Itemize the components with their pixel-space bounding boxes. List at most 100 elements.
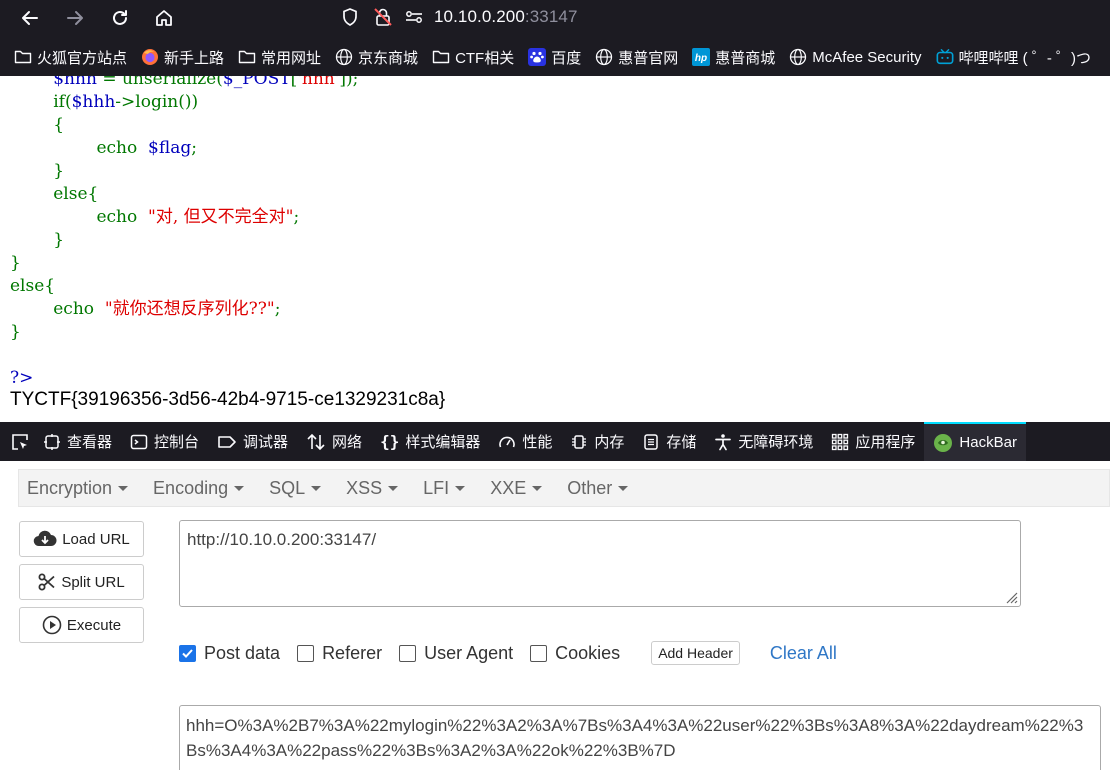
debugger-icon [217,434,237,450]
user-agent-checkbox[interactable]: User Agent [399,643,513,664]
bookmark-item[interactable]: 常用网址 [238,47,321,68]
hp-icon: hp [692,48,711,66]
caret-down-icon [311,485,322,491]
bookmark-label: 新手上路 [164,49,225,67]
referer-checkbox[interactable]: Referer [297,643,382,664]
code-token: unserialize( [121,76,223,89]
devtools-tab-console[interactable]: 控制台 [121,422,208,461]
code-token: ; [274,299,281,319]
devtools-tab-application[interactable]: 应用程序 [822,422,924,461]
devtools-tab-hackbar[interactable]: HackBar [924,422,1026,461]
address-bar[interactable]: 10.10.0.200:33147 [340,0,578,34]
menu-label: SQL [269,477,306,498]
permissions-icon [406,11,422,23]
menu-sql[interactable]: SQL [269,477,322,499]
code-token: ?> [10,368,34,388]
url-text: 10.10.0.200:33147 [434,7,578,27]
bookmark-item[interactable]: 火狐官方站点 [14,47,127,68]
code-token: $flag [148,138,192,158]
code-token: } [10,322,21,342]
scissors-icon [38,573,56,591]
checkbox-label: User Agent [424,642,514,663]
play-circle-icon [42,615,62,635]
cookies-checkbox[interactable]: Cookies [530,643,620,664]
code-token: $_POST [222,76,291,89]
inspector-icon [43,433,61,451]
flag-output: TYCTF{39196356-3d56-42b4-9715-ce1329231c… [10,389,446,410]
split-url-button[interactable]: Split URL [19,564,144,600]
resize-grip-icon[interactable] [1002,588,1018,604]
devtools-tab-style-editor[interactable]: {} 样式编辑器 [371,422,489,461]
devtools-tab-label: 内存 [594,434,625,451]
devtools-tab-memory[interactable]: 内存 [561,422,633,461]
bookmark-label: 哔哩哔哩 ( ゜- ゜)つ [958,49,1092,67]
bookmark-label: 京东商城 [358,49,419,67]
baidu-icon [528,48,547,66]
php-source-code: $hhh = unserialize($_POST['hhh']); if($h… [10,76,358,390]
add-header-button[interactable]: Add Header [651,641,740,665]
menu-xss[interactable]: XSS [346,478,399,499]
back-arrow-icon [22,11,38,25]
menu-xxe[interactable]: XXE [490,478,543,499]
hackbar-menu-bar: Encryption Encoding SQL XSS LFI XXE Othe… [18,469,1110,507]
execute-button[interactable]: Execute [19,607,144,643]
accessibility-icon [714,433,732,451]
devtools-tab-performance[interactable]: 性能 [489,422,561,461]
bookmark-item[interactable]: 哔哩哔哩 ( ゜- ゜)つ [936,47,1092,68]
menu-encryption[interactable]: Encryption [27,478,129,499]
devtools-tab-label: 性能 [522,434,553,451]
code-token: 'hhh' [297,76,340,89]
bilibili-icon [936,48,954,66]
code-token: } [10,253,21,273]
forward-button[interactable] [60,5,90,31]
code-token: { [53,115,65,135]
code-token: echo [96,138,149,158]
devtools-tab-label: 无障碍环境 [738,434,814,451]
bookmark-item[interactable]: CTF相关 [432,47,514,68]
bookmark-item[interactable]: 新手上路 [141,47,224,68]
url-host: 10.10.0.200 [434,7,525,26]
execute-label: Execute [66,616,122,634]
bookmark-item[interactable]: McAfee Security [789,48,922,66]
devtools-tab-network[interactable]: 网络 [297,422,371,461]
post-data-value: hhh=O%3A%2B7%3A%22mylogin%22%3A2%3A%7Bs%… [186,716,1084,760]
svg-text:hp: hp [695,53,707,64]
devtools-tab-debugger[interactable]: 调试器 [208,422,297,461]
clear-all-link[interactable]: Clear All [770,643,837,664]
url-textarea[interactable]: http://10.10.0.200:33147/ [179,520,1021,607]
home-button[interactable] [149,5,179,31]
menu-encoding[interactable]: Encoding [153,478,245,499]
cloud-download-icon [33,530,57,548]
checkbox-empty-icon [399,644,417,662]
bookmark-item[interactable]: 惠普官网 [595,47,678,68]
menu-other[interactable]: Other [567,478,629,499]
bookmarks-bar: 火狐官方站点 新手上路 常用网址 京东商城 CTF相关 百度 惠普官网 hp 惠… [0,38,1110,76]
post-data-checkbox[interactable]: Post data [179,643,280,664]
code-token: $hhh [71,92,116,112]
devtools-tab-storage[interactable]: 存储 [633,422,705,461]
browser-nav-bar: 10.10.0.200:33147 [0,0,1110,38]
code-token: $hhh [53,76,103,89]
bookmark-item[interactable]: 京东商城 [335,47,418,68]
bookmark-item[interactable]: 百度 [528,47,581,68]
bookmark-label: 惠普官网 [618,49,679,67]
devtools-tab-label: 应用程序 [855,434,916,451]
code-token: } [53,230,65,250]
bookmark-item[interactable]: hp 惠普商城 [692,47,775,68]
devtools-tab-label: 调试器 [243,434,289,451]
devtools-tab-accessibility[interactable]: 无障碍环境 [705,422,822,461]
devtools-tab-inspector[interactable]: 查看器 [34,422,121,461]
bookmark-label: 惠普商城 [715,49,776,67]
load-url-button[interactable]: Load URL [19,521,144,557]
network-icon [306,433,326,451]
forward-arrow-icon [67,11,83,25]
code-token: "就你还想反序列化??" [104,299,275,319]
back-button[interactable] [15,5,45,31]
reload-button[interactable] [105,5,135,31]
post-data-textarea[interactable]: hhh=O%3A%2B7%3A%22mylogin%22%3A2%3A%7Bs%… [179,705,1101,770]
menu-lfi[interactable]: LFI [423,478,466,499]
globe-icon [595,48,613,66]
checkbox-label: Post data [204,642,281,663]
element-picker-button[interactable] [6,428,34,456]
firefox-icon [141,48,159,66]
